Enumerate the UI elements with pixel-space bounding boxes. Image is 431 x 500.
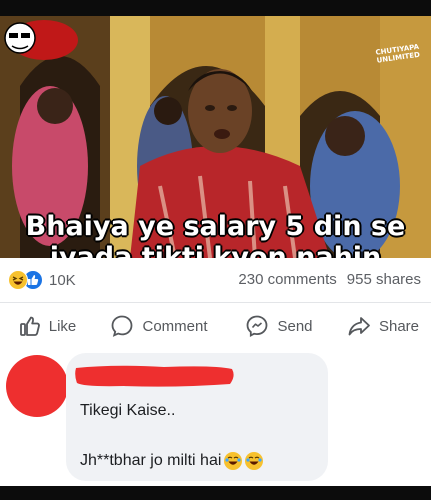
like-label: Like <box>48 317 77 335</box>
send-label: Send <box>277 317 313 335</box>
comment-text-line2: Jh**tbhar jo milti hai <box>80 452 264 470</box>
messenger-icon <box>247 315 268 338</box>
share-count-link[interactable]: 955 shares <box>347 271 421 288</box>
bottom-frame <box>0 486 431 500</box>
divider <box>0 302 431 303</box>
meme-caption-line2: jyada tikti kyon nahin <box>49 242 382 258</box>
comment-bubble-icon <box>112 315 133 337</box>
reaction-count: 10K <box>49 271 76 289</box>
comment-button[interactable]: Comment <box>95 310 223 342</box>
send-button[interactable]: Send <box>223 310 335 342</box>
share-arrow-icon <box>348 317 370 336</box>
comment-text-line1: Tikegi Kaise.. <box>80 402 176 419</box>
post-image[interactable]: CHUTIYAPA UNLIMITED Bhaiya ye salary 5 d… <box>0 16 431 258</box>
laughing-tears-icon <box>224 452 243 470</box>
redacted-commenter-name <box>75 365 234 387</box>
comment-count-link[interactable]: 230 comments <box>238 271 336 288</box>
haha-icon <box>8 270 28 290</box>
reaction-summary[interactable]: 10K <box>8 268 76 292</box>
share-button[interactable]: Share <box>335 310 431 342</box>
meme-caption-line1: Bhaiya ye salary 5 din se <box>25 211 406 242</box>
chutiyapa-logo <box>4 20 78 60</box>
thumbs-up-icon <box>19 316 40 336</box>
top-frame <box>0 0 431 16</box>
post-stats: 230 comments 955 shares <box>238 271 421 288</box>
share-label: Share <box>378 317 420 335</box>
comment-label: Comment <box>142 317 208 335</box>
laughing-tears-icon <box>245 452 264 470</box>
commenter-avatar[interactable] <box>6 355 68 417</box>
post-action-bar: Like Comment Send Share <box>0 310 431 342</box>
like-button[interactable]: Like <box>0 310 95 342</box>
comment-text: Jh**tbhar jo milti hai <box>80 452 222 469</box>
